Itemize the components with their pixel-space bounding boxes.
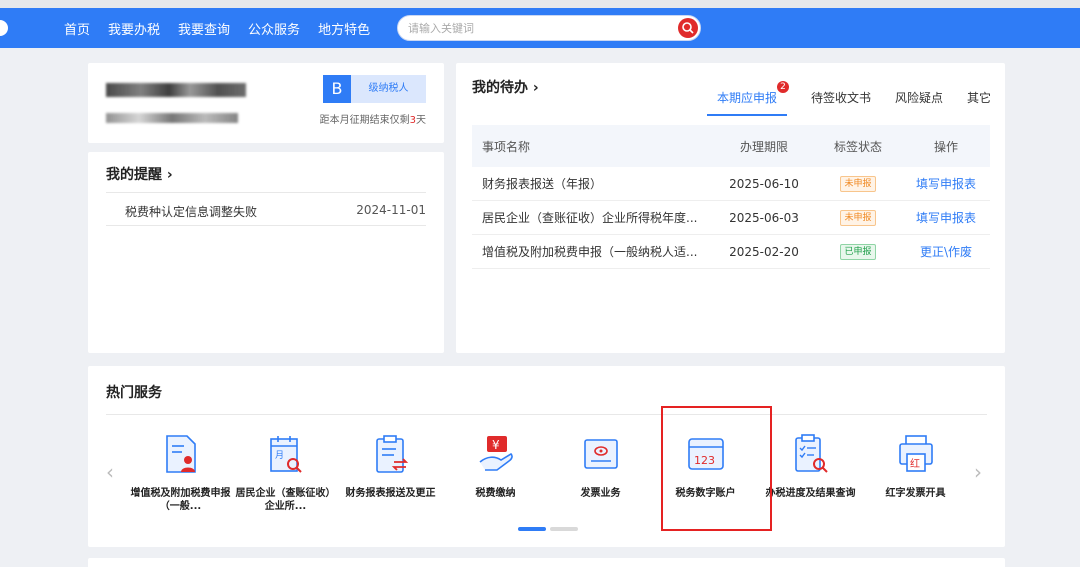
tab-other[interactable]: 其它 xyxy=(967,89,991,116)
status-badge: 已申报 xyxy=(840,244,876,260)
tab-risk-doubts[interactable]: 风险疑点 xyxy=(895,89,943,116)
svg-text:月: 月 xyxy=(275,450,284,461)
svg-text:¥: ¥ xyxy=(492,438,500,452)
service-invoice-business[interactable]: 发票业务 xyxy=(548,430,653,514)
column-header-action: 操作 xyxy=(933,139,958,154)
carousel-dot-1[interactable] xyxy=(518,527,546,531)
invoice-icon xyxy=(584,439,618,469)
nav-item-home[interactable]: 首页 xyxy=(64,19,90,38)
taxpayer-grade-badge: B xyxy=(323,75,351,103)
checklist-search-icon xyxy=(795,434,828,473)
service-financial-report[interactable]: 财务报表报送及更正 xyxy=(338,430,443,514)
service-tax-payment[interactable]: ¥ 税费缴纳 xyxy=(443,430,548,514)
carousel-dot-2[interactable] xyxy=(550,527,578,531)
svg-text:红: 红 xyxy=(910,457,920,470)
red-invoice-printer-icon: 红 xyxy=(899,435,933,472)
service-enterprise-income-tax[interactable]: 月 居民企业（查账征收）企业所... xyxy=(233,430,338,514)
nav-item-query[interactable]: 我要查询 xyxy=(178,19,230,38)
user-avatar[interactable] xyxy=(0,20,8,36)
todo-tabs: 本期应申报 2 待签收文书 风险疑点 其它 xyxy=(706,81,991,116)
reminder-row-divider xyxy=(106,225,426,226)
reminder-item-date: 2024-11-01 xyxy=(356,203,426,217)
correct-void-link[interactable]: 更正\作废 xyxy=(920,245,972,259)
search-icon xyxy=(682,22,694,34)
main-nav: 首页 我要办税 我要查询 公众服务 地方特色 xyxy=(64,8,388,48)
company-card: B 级纳税人 距本月征期结束仅剩3天 xyxy=(88,63,444,143)
hot-services-title: 热门服务 xyxy=(106,385,162,401)
deadline-notice: 距本月征期结束仅剩3天 xyxy=(319,115,426,126)
company-id-redacted xyxy=(106,113,238,123)
service-label: 财务报表报送及更正 xyxy=(345,488,436,499)
clipboard-transfer-icon xyxy=(376,435,409,473)
document-user-icon xyxy=(166,435,196,473)
status-badge: 未申报 xyxy=(840,176,876,192)
row-deadline: 2025-02-20 xyxy=(729,244,799,259)
carousel-pagination xyxy=(518,527,582,531)
service-label: 红字发票开具 xyxy=(885,488,946,499)
carousel-next-arrow[interactable]: › xyxy=(974,460,982,484)
row-item-name: 财务报表报送（年报） xyxy=(482,177,603,191)
carousel-prev-arrow[interactable]: ‹ xyxy=(106,460,114,484)
column-header-status: 标签状态 xyxy=(833,139,882,154)
todo-table: 事项名称 办理期限 标签状态 操作 财务报表报送（年报） 2025-06-10 … xyxy=(472,125,990,269)
fill-declaration-link[interactable]: 填写申报表 xyxy=(916,177,976,191)
row-deadline: 2025-06-03 xyxy=(729,210,799,225)
row-item-name: 增值税及附加税费申报（一般纳税人适... xyxy=(482,245,698,259)
reminders-title[interactable]: 我的提醒 › xyxy=(106,164,173,184)
tab-documents-to-sign[interactable]: 待签收文书 xyxy=(811,89,871,116)
reminder-item-text[interactable]: 税费种认定信息调整失败 xyxy=(125,203,257,220)
column-header-deadline: 办理期限 xyxy=(739,139,788,154)
tab-current-declaration[interactable]: 本期应申报 2 xyxy=(706,81,789,116)
table-row: 财务报表报送（年报） 2025-06-10 未申报 填写申报表 xyxy=(472,167,990,201)
row-deadline: 2025-06-10 xyxy=(729,176,799,191)
todo-card: 我的待办 › 本期应申报 2 待签收文书 风险疑点 其它 事项名称 办理期限 标… xyxy=(456,63,1005,353)
fill-declaration-link[interactable]: 填写申报表 xyxy=(916,211,976,225)
status-badge: 未申报 xyxy=(840,210,876,226)
table-row: 增值税及附加税费申报（一般纳税人适... 2025-02-20 已申报 更正\作… xyxy=(472,235,990,269)
hot-services-divider xyxy=(106,414,987,415)
table-header: 事项名称 办理期限 标签状态 操作 xyxy=(472,125,990,167)
browser-top-strip xyxy=(0,0,1080,8)
next-section-card xyxy=(88,558,1005,567)
calendar-search-icon: 月 xyxy=(270,436,302,473)
todo-title[interactable]: 我的待办 › xyxy=(472,77,539,97)
company-name-redacted xyxy=(106,83,246,97)
search-box xyxy=(397,15,701,41)
yuan-hand-icon: ¥ xyxy=(479,436,513,471)
taxpayer-grade-label: 级纳税人 xyxy=(351,75,426,103)
tab-count-badge: 2 xyxy=(776,81,789,93)
hot-services-card: 热门服务 ‹ › 增值税及附加税费申报（一般... 月 居民企业（查账征收）企业… xyxy=(88,366,1005,547)
services-carousel: 增值税及附加税费申报（一般... 月 居民企业（查账征收）企业所... 财务报表… xyxy=(128,430,968,514)
service-progress-query[interactable]: 办税进度及结果查询 xyxy=(758,430,863,514)
service-label: 发票业务 xyxy=(580,488,621,499)
search-input[interactable] xyxy=(408,20,668,36)
nav-item-public-service[interactable]: 公众服务 xyxy=(248,19,300,38)
reminders-card: 我的提醒 › 税费种认定信息调整失败 2024-11-01 xyxy=(88,152,444,353)
nav-item-tax-handling[interactable]: 我要办税 xyxy=(108,19,160,38)
reminders-divider xyxy=(106,192,426,193)
service-label: 增值税及附加税费申报（一般... xyxy=(130,488,231,512)
service-red-invoice[interactable]: 红 红字发票开具 xyxy=(863,430,968,514)
service-label: 税费缴纳 xyxy=(475,488,516,499)
service-label: 办税进度及结果查询 xyxy=(765,488,856,499)
highlighted-service-outline xyxy=(661,406,772,531)
column-header-name: 事项名称 xyxy=(482,139,531,154)
top-navbar: 首页 我要办税 我要查询 公众服务 地方特色 xyxy=(0,8,1080,48)
search-button[interactable] xyxy=(678,18,698,38)
table-row: 居民企业（查账征收）企业所得税年度... 2025-06-03 未申报 填写申报… xyxy=(472,201,990,235)
row-item-name: 居民企业（查账征收）企业所得税年度... xyxy=(482,211,698,225)
service-vat-declaration[interactable]: 增值税及附加税费申报（一般... xyxy=(128,430,233,514)
service-label: 居民企业（查账征收）企业所... xyxy=(235,488,336,512)
nav-item-local-features[interactable]: 地方特色 xyxy=(318,19,370,38)
